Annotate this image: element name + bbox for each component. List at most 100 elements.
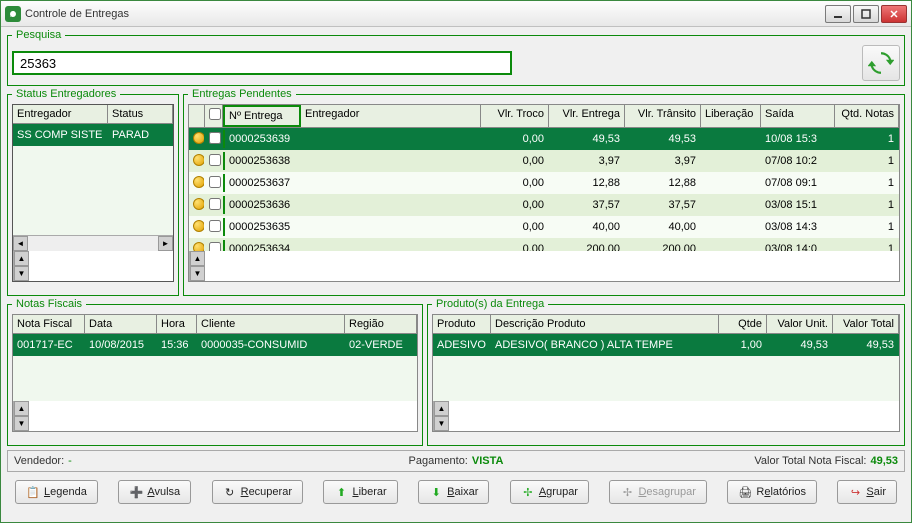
pagamento-label: Pagamento: — [409, 455, 468, 467]
produtos-grid-body[interactable]: ADESIVOADESIVO( BRANCO ) ALTA TEMPE1,004… — [433, 334, 899, 401]
legend-icon: 📋 — [26, 485, 40, 499]
status-row[interactable]: SS COMP SISTEPARAD — [13, 124, 173, 146]
status-vscroll[interactable]: ▲▼ — [13, 251, 29, 281]
baixar-button[interactable]: ⬇Baixar — [418, 480, 489, 504]
recuperar-button[interactable]: ↻Recuperar — [212, 480, 303, 504]
total-label: Valor Total Nota Fiscal: — [754, 455, 866, 467]
status-dot-icon — [193, 242, 205, 252]
entrega-row[interactable]: 0000253638 0,003,97 3,97 07/08 10:21 — [189, 150, 899, 172]
exit-icon: ↪ — [848, 485, 862, 499]
row-checkbox[interactable] — [209, 220, 221, 232]
col-status[interactable]: Status — [108, 105, 173, 123]
produtos-entrega-group: Produto(s) da Entrega Produto Descrição … — [427, 298, 905, 446]
maximize-button[interactable] — [853, 5, 879, 23]
select-all-checkbox[interactable] — [209, 108, 221, 120]
group-icon: ✢ — [521, 485, 535, 499]
pagamento-value: VISTA — [472, 455, 504, 467]
status-dot-icon — [193, 132, 205, 144]
minimize-button[interactable] — [825, 5, 851, 23]
col-hora[interactable]: Hora — [157, 315, 197, 333]
liberar-button[interactable]: ⬆Liberar — [323, 480, 397, 504]
refresh-icon — [868, 50, 894, 76]
relatorios-button[interactable]: 🖨Relatórios — [727, 480, 817, 504]
avulsa-button[interactable]: ➕Avulsa — [118, 480, 191, 504]
col-data[interactable]: Data — [85, 315, 157, 333]
col-entregador[interactable]: Entregador — [301, 105, 481, 127]
entrega-row[interactable]: 0000253634 0,00200,00 200,00 03/08 14:01 — [189, 238, 899, 251]
footer-info-bar: Vendedor: - Pagamento: VISTA Valor Total… — [7, 450, 905, 472]
desagrupar-button[interactable]: ✢Desagrupar — [609, 480, 707, 504]
produtos-legend: Produto(s) da Entrega — [432, 298, 548, 310]
entregas-vscroll[interactable]: ▲▼ — [189, 251, 205, 281]
col-cliente[interactable]: Cliente — [197, 315, 345, 333]
status-dot-icon — [193, 220, 205, 232]
col-qtd-notas[interactable]: Qtd. Notas — [835, 105, 899, 127]
entrega-row[interactable]: 0000253635 0,0040,00 40,00 03/08 14:31 — [189, 216, 899, 238]
entregas-grid-body[interactable]: 0000253639 0,0049,53 49,53 10/08 15:31 0… — [189, 128, 899, 251]
entregas-pendentes-group: Entregas Pendentes Nº Entrega Entregador… — [183, 88, 905, 296]
status-entregadores-group: Status Entregadores Entregador Status SS… — [7, 88, 179, 296]
produto-row[interactable]: ADESIVOADESIVO( BRANCO ) ALTA TEMPE1,004… — [433, 334, 899, 356]
vendedor-value: - — [68, 455, 72, 467]
status-dot-icon — [193, 198, 205, 210]
status-hscroll[interactable]: ◄► — [13, 235, 173, 251]
col-nota-fiscal[interactable]: Nota Fiscal — [13, 315, 85, 333]
col-qtde[interactable]: Qtde — [719, 315, 767, 333]
status-dot-icon — [193, 154, 205, 166]
up-arrow-icon: ⬆ — [334, 485, 348, 499]
row-checkbox[interactable] — [209, 242, 221, 252]
notas-grid-body[interactable]: 001717-EC10/08/201515:360000035-CONSUMID… — [13, 334, 417, 401]
status-dot-icon — [193, 176, 205, 188]
col-regiao[interactable]: Região — [345, 315, 417, 333]
status-grid-header: Entregador Status — [13, 105, 173, 124]
pesquisa-legend: Pesquisa — [12, 29, 65, 41]
row-checkbox[interactable] — [209, 154, 221, 166]
nota-row[interactable]: 001717-EC10/08/201515:360000035-CONSUMID… — [13, 334, 417, 356]
notas-grid-header: Nota Fiscal Data Hora Cliente Região — [13, 315, 417, 334]
search-input[interactable] — [12, 51, 512, 75]
col-valor-unit[interactable]: Valor Unit. — [767, 315, 833, 333]
col-valor-total[interactable]: Valor Total — [833, 315, 899, 333]
col-liberacao[interactable]: Liberação — [701, 105, 761, 127]
col-descricao[interactable]: Descrição Produto — [491, 315, 719, 333]
col-entregador[interactable]: Entregador — [13, 105, 108, 123]
col-vlr-troco[interactable]: Vlr. Troco — [481, 105, 549, 127]
notas-legend: Notas Fiscais — [12, 298, 86, 310]
notas-vscroll[interactable]: ▲▼ — [13, 401, 29, 431]
down-arrow-icon: ⬇ — [429, 485, 443, 499]
entrega-row[interactable]: 0000253639 0,0049,53 49,53 10/08 15:31 — [189, 128, 899, 150]
col-saida[interactable]: Saída — [761, 105, 835, 127]
window-title: Controle de Entregas — [25, 8, 825, 20]
legenda-button[interactable]: 📋Legenda — [15, 480, 98, 504]
main-window: Controle de Entregas Pesquisa Status Ent… — [0, 0, 912, 523]
col-vlr-transito[interactable]: Vlr. Trânsito — [625, 105, 701, 127]
add-icon: ➕ — [129, 485, 143, 499]
entrega-row[interactable]: 0000253637 0,0012,88 12,88 07/08 09:11 — [189, 172, 899, 194]
pesquisa-group: Pesquisa — [7, 29, 905, 86]
entregas-legend: Entregas Pendentes — [188, 88, 296, 100]
produtos-grid-header: Produto Descrição Produto Qtde Valor Uni… — [433, 315, 899, 334]
col-numero-entrega[interactable]: Nº Entrega — [223, 105, 301, 127]
titlebar: Controle de Entregas — [1, 1, 911, 27]
bottom-toolbar: 📋Legenda ➕Avulsa ↻Recuperar ⬆Liberar ⬇Ba… — [7, 474, 905, 506]
report-icon: 🖨 — [738, 485, 752, 499]
row-checkbox[interactable] — [209, 132, 221, 144]
vendedor-label: Vendedor: — [14, 455, 64, 467]
refresh-button[interactable] — [862, 45, 900, 81]
produtos-vscroll[interactable]: ▲▼ — [433, 401, 449, 431]
app-icon — [5, 6, 21, 22]
ungroup-icon: ✢ — [620, 485, 634, 499]
entregas-grid-header: Nº Entrega Entregador Vlr. Troco Vlr. En… — [189, 105, 899, 128]
total-value: 49,53 — [870, 455, 898, 467]
recover-icon: ↻ — [223, 485, 237, 499]
row-checkbox[interactable] — [209, 176, 221, 188]
col-vlr-entrega[interactable]: Vlr. Entrega — [549, 105, 625, 127]
close-button[interactable] — [881, 5, 907, 23]
agrupar-button[interactable]: ✢Agrupar — [510, 480, 589, 504]
status-legend: Status Entregadores — [12, 88, 120, 100]
entrega-row[interactable]: 0000253636 0,0037,57 37,57 03/08 15:11 — [189, 194, 899, 216]
row-checkbox[interactable] — [209, 198, 221, 210]
status-grid-body[interactable]: SS COMP SISTEPARAD — [13, 124, 173, 235]
col-produto[interactable]: Produto — [433, 315, 491, 333]
sair-button[interactable]: ↪Sair — [837, 480, 897, 504]
